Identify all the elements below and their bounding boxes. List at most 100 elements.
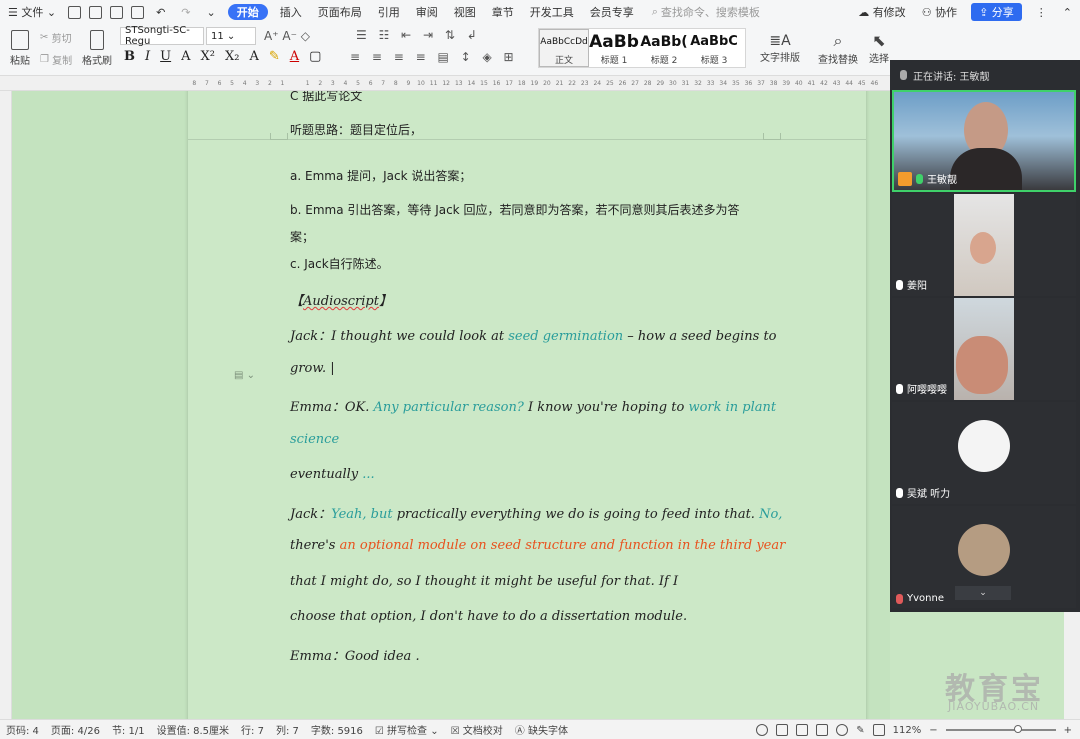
tab-insert[interactable]: 插入 [272, 0, 310, 24]
margin-mark-left [270, 133, 288, 140]
reading-view-icon[interactable] [816, 724, 829, 736]
vertical-scrollbar[interactable] [1064, 612, 1080, 719]
cut-button[interactable]: ✂ 剪切 [40, 30, 72, 45]
has-changes-button[interactable]: ☁ 有修改 [850, 0, 914, 24]
participant-name: 王敏靓 [898, 171, 957, 186]
zoom-out-icon[interactable]: − [929, 725, 937, 736]
ruler-tick: 8 [192, 79, 197, 87]
format-painter-button[interactable]: 格式刷 [82, 28, 112, 68]
spell-check-button[interactable]: ☑ 拼写检查 ⌄ [369, 722, 445, 737]
undo-icon[interactable]: ↶ [148, 0, 173, 24]
font-grow-icon[interactable]: A⁺ A⁻ ◇ [264, 29, 310, 43]
web-view-icon[interactable] [836, 724, 849, 736]
status-word-count[interactable]: 字数: 5916 [305, 722, 369, 737]
file-menu[interactable]: ☰ 文件 ⌄ [0, 0, 64, 24]
font-color-icon[interactable]: A [290, 49, 299, 64]
doc-line-science: science [290, 432, 340, 447]
list-buttons[interactable]: ☰ ☷ ⇤ ⇥ ⇅ ↲ [356, 28, 481, 42]
margin-mark-right [763, 133, 781, 140]
preview-icon[interactable] [131, 5, 145, 19]
participant-tile-3[interactable]: 阿嘤嘤嘤 [892, 298, 1076, 400]
status-page[interactable]: 页面: 4/26 [45, 722, 106, 737]
tab-review[interactable]: 审阅 [408, 0, 446, 24]
copy-label: 复制 [52, 56, 73, 67]
fit-page-icon[interactable] [872, 724, 885, 736]
align-buttons[interactable]: ≡ ≡ ≡ ≡ ▤ ↕ ◈ ⊞ [350, 50, 518, 64]
document-area[interactable]: C 据此写论文 听题思路：题目定位后， a. Emma 提问，Jack 说出答案… [12, 91, 890, 719]
collapse-ribbon-icon[interactable]: ⌃ [1055, 0, 1080, 24]
text-segment: Jack： [290, 507, 332, 522]
font-name-select[interactable]: STSongti-SC-Regu [120, 25, 204, 47]
zoom-level[interactable]: 112% [893, 725, 922, 736]
underline-icon[interactable]: U [160, 49, 171, 64]
style-normal[interactable]: AaBbCcDd 正文 [539, 29, 589, 67]
answer-segment: an optional module on seed structure and… [339, 538, 786, 553]
tab-chapter[interactable]: 章节 [484, 0, 522, 24]
tab-page-layout[interactable]: 页面布局 [310, 0, 370, 24]
missing-font-button[interactable]: Ⓐ 缺失字体 [509, 722, 574, 737]
ruler-tick: 6 [368, 79, 373, 87]
doc-proof-button[interactable]: ☒ 文档校对 [445, 722, 509, 737]
highlight-icon[interactable]: ✎ [269, 49, 280, 64]
style-heading-3[interactable]: AaBbC 标题 3 [689, 29, 739, 67]
export-icon[interactable] [89, 5, 103, 19]
command-search[interactable]: ⌕ 查找命令、搜索模板 [642, 4, 760, 20]
horizontal-ruler[interactable]: 8 7 6 5 4 3 2 1 1 2 3 4 5 6 7 8 9 10 11 12 13 14 15 16 17 18 19 20 2… [0, 76, 890, 91]
pen-icon[interactable]: ✎ [856, 725, 864, 736]
more-options-icon[interactable]: ⋮ [1028, 0, 1055, 24]
save-icon[interactable] [68, 5, 82, 19]
text-segment: Jack：I thought we could look at [290, 329, 509, 344]
ruler-tick: 4 [343, 79, 348, 87]
document-page[interactable]: C 据此写论文 听题思路：题目定位后， a. Emma 提问，Jack 说出答案… [188, 91, 866, 719]
style-heading-1[interactable]: AaBb 标题 1 [589, 29, 639, 67]
ruler-tick: 43 [832, 79, 841, 87]
select-label: 选择 [869, 54, 889, 65]
redo-icon[interactable]: ↷ [173, 0, 198, 24]
person-add-icon: ⚇ [921, 5, 932, 19]
find-replace-label: 查找替换 [818, 54, 858, 66]
participant-name-text: Yvonne [907, 593, 944, 604]
tab-member[interactable]: 会员专享 [582, 0, 642, 24]
bold-icon[interactable]: B [124, 49, 135, 64]
text-segment: – how a seed begins to [623, 329, 777, 344]
vertical-ruler[interactable] [0, 91, 12, 719]
print-icon[interactable] [110, 5, 124, 19]
strikethrough-icon[interactable]: A [181, 49, 190, 64]
watermark-url: JIAOYUBAO.CN [948, 700, 1040, 713]
text-layout-icon: ≣A [769, 32, 791, 49]
tab-developer[interactable]: 开发工具 [522, 0, 582, 24]
spell-check-label: 拼写检查 [387, 726, 428, 737]
outline-view-icon[interactable] [796, 724, 809, 736]
text-layout-button[interactable]: ≣A 文字排版 [758, 28, 802, 68]
find-replace-button[interactable]: ⌕ 查找替换 [816, 28, 860, 68]
select-button[interactable]: ⬉ 选择 [866, 28, 892, 68]
copy-button[interactable]: ❐ 复制 [40, 52, 72, 67]
zoom-in-icon[interactable]: + [1064, 725, 1072, 736]
eye-protect-icon[interactable] [756, 724, 769, 736]
char-border-icon[interactable]: ▢ [309, 49, 321, 64]
tab-view[interactable]: 视图 [446, 0, 484, 24]
collaborate-button[interactable]: ⚇ 协作 [914, 0, 965, 24]
paste-button[interactable]: 粘贴 [8, 28, 32, 68]
style-heading-2[interactable]: AaBb( 标题 2 [639, 29, 689, 67]
zoom-slider-knob[interactable] [1013, 725, 1022, 733]
font-size-select[interactable]: 11 ⌄ [206, 27, 256, 45]
tab-home[interactable]: 开始 [227, 4, 268, 20]
zoom-slider[interactable] [945, 725, 1056, 733]
paragraph-layout-icon[interactable]: ▤ ⌄ [234, 370, 255, 381]
superscript-icon[interactable]: X² [201, 49, 215, 64]
chevron-down-icon[interactable]: ⌄ [955, 586, 1011, 600]
tab-references[interactable]: 引用 [370, 0, 408, 24]
page-view-icon[interactable] [776, 724, 789, 736]
share-button[interactable]: ⇪ 分享 [971, 3, 1022, 21]
text-effect-icon[interactable]: A [249, 49, 258, 64]
participant-tile-4[interactable]: 吴斌 听力 [892, 402, 1076, 504]
participant-tile-2[interactable]: 姜阳 [892, 194, 1076, 296]
avatar [956, 336, 1008, 394]
italic-icon[interactable]: I [145, 49, 150, 64]
participant-tile-1[interactable]: 王敏靓 [892, 90, 1076, 192]
subscript-icon[interactable]: X₂ [225, 49, 239, 64]
font-size-value: 11 [211, 30, 224, 42]
quick-access-more-icon[interactable]: ⌄ [199, 0, 224, 24]
scissors-icon: ✂ [40, 32, 49, 43]
